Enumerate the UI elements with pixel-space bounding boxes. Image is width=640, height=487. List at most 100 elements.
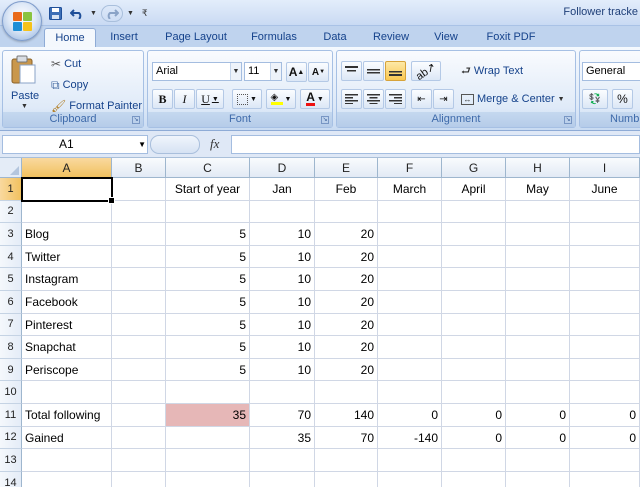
cell-e2[interactable] [315, 200, 378, 224]
column-header-i[interactable]: I [570, 158, 640, 178]
formula-input[interactable] [231, 135, 640, 154]
spreadsheet-grid[interactable]: A B C D E F G H I 1 Start of year Jan Feb March April M… [0, 158, 640, 487]
row-header-7[interactable]: 7 [0, 313, 22, 337]
cell-h4[interactable] [506, 245, 570, 269]
font-size-select[interactable]: 11 ▼ [244, 62, 282, 81]
cell-f11[interactable]: 0 [378, 404, 442, 427]
cell-g7[interactable] [442, 313, 506, 337]
cell-a14[interactable] [22, 471, 112, 487]
align-right-button[interactable] [385, 89, 406, 109]
cell-h2[interactable] [506, 200, 570, 224]
cell-c5[interactable]: 5 [166, 268, 250, 291]
grow-font-button[interactable]: A ▲ [286, 62, 307, 82]
cell-i4[interactable] [570, 245, 640, 269]
decrease-indent-button[interactable]: ⇤ [411, 89, 432, 109]
cell-d11[interactable]: 70 [250, 404, 315, 427]
cell-b14[interactable] [112, 471, 166, 487]
align-center-button[interactable] [363, 89, 384, 109]
cell-c14[interactable] [166, 471, 250, 487]
cell-i12[interactable]: 0 [570, 426, 640, 450]
cell-h14[interactable] [506, 471, 570, 487]
customize-qat-icon[interactable]: ₹ [142, 8, 148, 19]
cell-g6[interactable] [442, 291, 506, 314]
cell-b11[interactable] [112, 404, 166, 427]
cell-a11[interactable]: Total following [22, 404, 112, 427]
column-header-a[interactable]: A [22, 158, 112, 178]
column-header-e[interactable]: E [315, 158, 378, 178]
cell-d5[interactable]: 10 [250, 268, 315, 291]
cell-h10[interactable] [506, 381, 570, 404]
cell-f4[interactable] [378, 245, 442, 269]
cell-a9[interactable]: Periscope [22, 358, 112, 382]
row-header-5[interactable]: 5 [0, 268, 22, 291]
cell-f13[interactable] [378, 449, 442, 472]
cell-e13[interactable] [315, 449, 378, 472]
font-launcher-icon[interactable]: ↘ [321, 116, 329, 124]
cell-c6[interactable]: 5 [166, 291, 250, 314]
cell-e3[interactable]: 20 [315, 223, 378, 246]
undo-icon[interactable] [68, 5, 86, 22]
cell-i6[interactable] [570, 291, 640, 314]
cell-h1[interactable]: May [506, 178, 570, 201]
cell-e4[interactable]: 20 [315, 245, 378, 269]
align-bottom-button[interactable] [385, 61, 406, 81]
cell-f12[interactable]: -140 [378, 426, 442, 450]
cell-c10[interactable] [166, 381, 250, 404]
align-left-button[interactable] [341, 89, 362, 109]
alignment-launcher-icon[interactable]: ↘ [564, 116, 572, 124]
cell-d2[interactable] [250, 200, 315, 224]
cell-g12[interactable]: 0 [442, 426, 506, 450]
cell-f5[interactable] [378, 268, 442, 291]
row-header-1[interactable]: 1 [0, 178, 22, 201]
cell-h9[interactable] [506, 358, 570, 382]
cell-i7[interactable] [570, 313, 640, 337]
align-top-button[interactable] [341, 61, 362, 81]
cell-b9[interactable] [112, 358, 166, 382]
column-header-h[interactable]: H [506, 158, 570, 178]
cell-g11[interactable]: 0 [442, 404, 506, 427]
cell-a13[interactable] [22, 449, 112, 472]
cell-d6[interactable]: 10 [250, 291, 315, 314]
percent-style-button[interactable]: % [612, 89, 633, 109]
cell-h5[interactable] [506, 268, 570, 291]
cell-h7[interactable] [506, 313, 570, 337]
column-header-d[interactable]: D [250, 158, 315, 178]
cell-d8[interactable]: 10 [250, 336, 315, 359]
column-header-c[interactable]: C [166, 158, 250, 178]
cell-e14[interactable] [315, 471, 378, 487]
cell-f2[interactable] [378, 200, 442, 224]
cell-g2[interactable] [442, 200, 506, 224]
tab-home[interactable]: Home [44, 28, 96, 47]
cell-a5[interactable]: Instagram [22, 268, 112, 291]
cell-d14[interactable] [250, 471, 315, 487]
cell-g10[interactable] [442, 381, 506, 404]
column-header-g[interactable]: G [442, 158, 506, 178]
cell-e7[interactable]: 20 [315, 313, 378, 337]
tab-formulas[interactable]: Formulas [246, 28, 302, 47]
row-header-14[interactable]: 14 [0, 471, 22, 487]
cell-i10[interactable] [570, 381, 640, 404]
cell-a8[interactable]: Snapchat [22, 336, 112, 359]
cell-a7[interactable]: Pinterest [22, 313, 112, 337]
cut-button[interactable]: ✂ Cut [51, 55, 81, 73]
cell-d1[interactable]: Jan [250, 178, 315, 201]
row-header-3[interactable]: 3 [0, 223, 22, 246]
cell-e12[interactable]: 70 [315, 426, 378, 450]
cell-e11[interactable]: 140 [315, 404, 378, 427]
cell-b8[interactable] [112, 336, 166, 359]
cell-f3[interactable] [378, 223, 442, 246]
cell-b3[interactable] [112, 223, 166, 246]
cell-d12[interactable]: 35 [250, 426, 315, 450]
cell-a2[interactable] [22, 200, 112, 224]
font-name-select[interactable]: Arial ▼ [152, 62, 242, 81]
cell-f10[interactable] [378, 381, 442, 404]
tab-data[interactable]: Data [318, 28, 352, 47]
cell-b12[interactable] [112, 426, 166, 450]
underline-button[interactable]: U ▼ [196, 89, 224, 109]
cell-i5[interactable] [570, 268, 640, 291]
cell-a10[interactable] [22, 381, 112, 404]
cell-g13[interactable] [442, 449, 506, 472]
cell-g9[interactable] [442, 358, 506, 382]
cell-g14[interactable] [442, 471, 506, 487]
cell-g4[interactable] [442, 245, 506, 269]
